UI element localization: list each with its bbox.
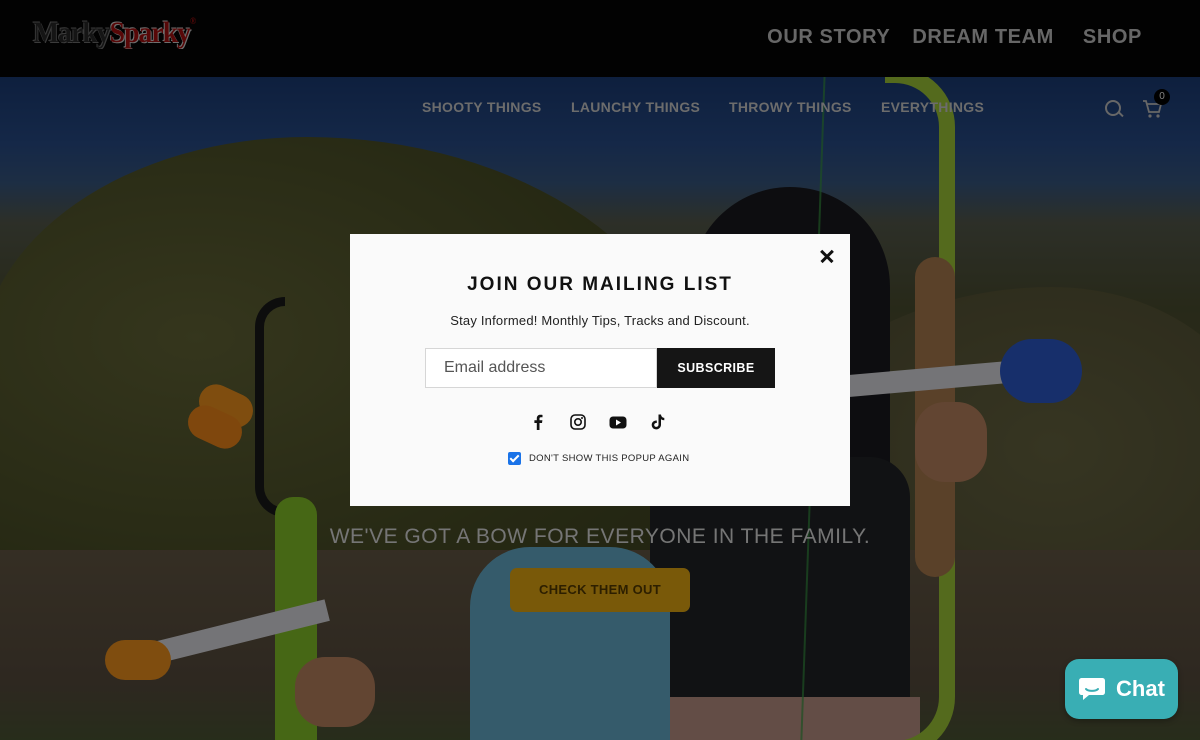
mailing-list-popup: JOIN OUR MAILING LIST Stay Informed! Mon… [350,234,850,506]
popup-subtitle: Stay Informed! Monthly Tips, Tracks and … [450,313,750,328]
tiktok-icon[interactable] [648,413,667,431]
chat-bubble-icon [1078,677,1106,701]
instagram-icon[interactable] [568,413,587,431]
dont-show-again-row[interactable]: DON'T SHOW THIS POPUP AGAIN [508,452,689,465]
popup-title: JOIN OUR MAILING LIST [467,274,733,295]
facebook-icon[interactable] [528,413,547,431]
youtube-icon[interactable] [608,413,627,431]
close-icon[interactable] [817,246,837,266]
email-field[interactable] [425,348,657,388]
chat-button[interactable]: Chat [1065,659,1178,719]
social-links [528,413,667,431]
subscribe-button[interactable]: SUBSCRIBE [657,348,775,388]
dont-show-again-checkbox[interactable] [508,452,521,465]
dont-show-again-label: DON'T SHOW THIS POPUP AGAIN [529,453,690,464]
chat-label: Chat [1116,676,1165,701]
